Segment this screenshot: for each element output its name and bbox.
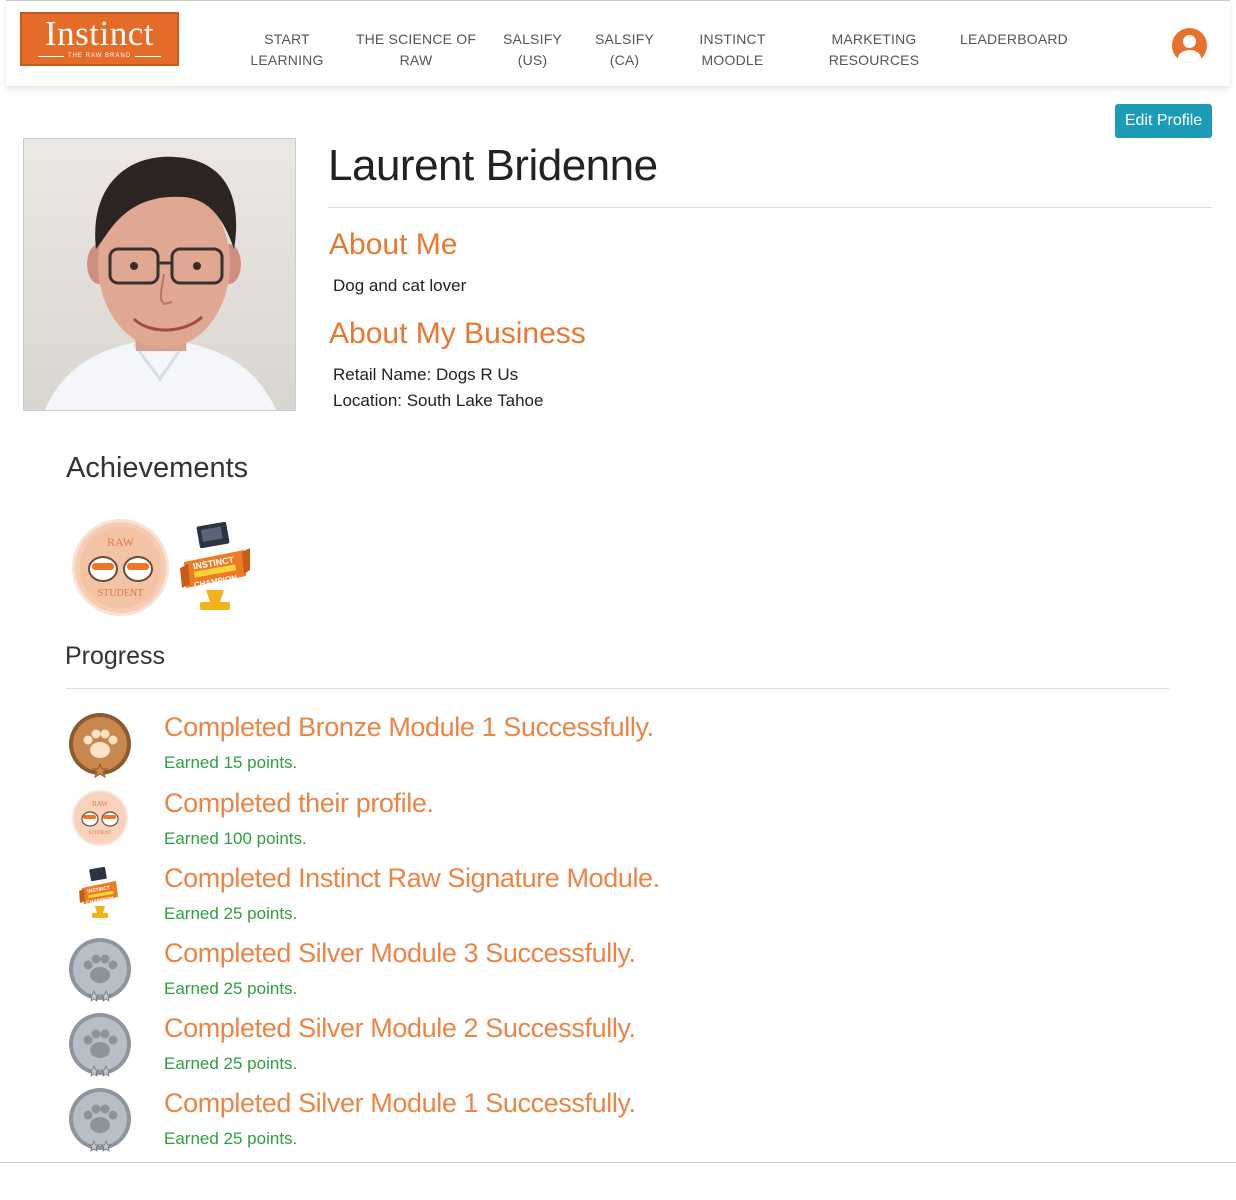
instinct-champion-badge-icon: INSTINCT CHAMPION [66, 863, 136, 933]
nav-label-line1: LEADERBOARD [959, 31, 1068, 47]
divider [66, 688, 1169, 689]
bronze-paw-medal-icon [66, 712, 136, 782]
svg-text:STUDENT: STUDENT [89, 831, 112, 836]
progress-item-title: Completed their profile. [164, 788, 434, 818]
nav-label-line1: START [264, 31, 310, 47]
progress-item-title: Completed Instinct Raw Signature Module. [164, 863, 660, 893]
nav-science-of-raw[interactable]: THE SCIENCE OF RAW [350, 29, 482, 71]
nav-label-line1: INSTINCT [699, 31, 766, 47]
nav-label-line2: (CA) [609, 52, 640, 68]
nav-label-line2: MOODLE [701, 52, 764, 68]
progress-item-points: Earned 25 points. [164, 979, 298, 998]
silver-paw-medal-icon [66, 1013, 136, 1083]
nav-marketing-resources[interactable]: MARKETING RESOURCES [820, 29, 928, 71]
progress-item-title: Completed Silver Module 2 Successfully. [164, 1013, 636, 1043]
progress-item-title: Completed Bronze Module 1 Successfully. [164, 712, 654, 742]
progress-item: RAW STUDENT Completed their profile. Ear… [66, 788, 766, 858]
logo-text: Instinct [45, 14, 154, 53]
instinct-champion-badge-icon: INSTINCT CHAMPION [180, 521, 250, 614]
progress-item-title: Completed Silver Module 1 Successfully. [164, 1088, 636, 1118]
progress-item: INSTINCT CHAMPION Completed Instinct Raw… [66, 863, 766, 933]
nav-salsify-ca[interactable]: SALSIFY (CA) [588, 29, 661, 71]
footer-divider [0, 1162, 1236, 1163]
about-me-heading: About Me [329, 228, 458, 261]
progress-item-points: Earned 25 points. [164, 1129, 298, 1148]
achievements-heading: Achievements [66, 452, 249, 484]
nav-label-line2: RESOURCES [828, 52, 920, 68]
profile-name: Laurent Bridenne [328, 141, 658, 190]
nav-label-line1: SALSIFY [503, 31, 562, 47]
divider [328, 207, 1212, 208]
silver-paw-medal-icon [66, 1088, 136, 1158]
nav-label-line2: RAW [399, 52, 433, 68]
logo-subtext: THE RAW BRAND [22, 52, 177, 60]
raw-student-badge-icon: RAW STUDENT [66, 788, 136, 858]
nav-salsify-us[interactable]: SALSIFY (US) [496, 29, 569, 71]
profile-photo [23, 138, 296, 411]
nav-start-learning[interactable]: START LEARNING [232, 29, 342, 71]
nav-label-line1: SALSIFY [595, 31, 654, 47]
nav-label-line2: LEARNING [250, 52, 324, 68]
top-navbar: Instinct THE RAW BRAND START LEARNING TH… [6, 0, 1230, 86]
about-business-heading: About My Business [329, 317, 586, 350]
progress-item-points: Earned 15 points. [164, 753, 298, 772]
nav-leaderboard[interactable]: LEADERBOARD [956, 29, 1072, 50]
about-me-text: Dog and cat lover [333, 276, 467, 295]
nav-instinct-moodle[interactable]: INSTINCT MOODLE [686, 29, 779, 71]
nav-label-line2: (US) [517, 52, 548, 68]
progress-item-points: Earned 25 points. [164, 1054, 298, 1073]
edit-profile-button[interactable]: Edit Profile [1115, 104, 1212, 138]
progress-item: Completed Silver Module 3 Successfully. … [66, 938, 766, 1008]
business-location: Location: South Lake Tahoe [333, 391, 544, 410]
silver-paw-medal-icon [66, 938, 136, 1008]
svg-text:RAW: RAW [92, 800, 108, 808]
progress-item-points: Earned 25 points. [164, 904, 298, 923]
progress-heading: Progress [65, 642, 166, 670]
raw-student-badge-icon: RAW STUDENT [72, 519, 169, 616]
progress-item: Completed Bronze Module 1 Successfully. … [66, 712, 766, 782]
progress-item: Completed Silver Module 2 Successfully. … [66, 1013, 766, 1083]
user-account-icon[interactable] [1172, 28, 1207, 63]
svg-text:RAW: RAW [107, 535, 135, 549]
progress-item-title: Completed Silver Module 3 Successfully. [164, 938, 636, 968]
progress-item-points: Earned 100 points. [164, 829, 307, 848]
nav-label-line1: MARKETING [831, 31, 917, 47]
retail-name: Retail Name: Dogs R Us [333, 365, 519, 384]
instinct-logo[interactable]: Instinct THE RAW BRAND [20, 12, 179, 66]
nav-label-line1: THE SCIENCE OF [355, 31, 477, 47]
svg-text:STUDENT: STUDENT [98, 588, 144, 599]
progress-item: Completed Silver Module 1 Successfully. … [66, 1088, 766, 1158]
